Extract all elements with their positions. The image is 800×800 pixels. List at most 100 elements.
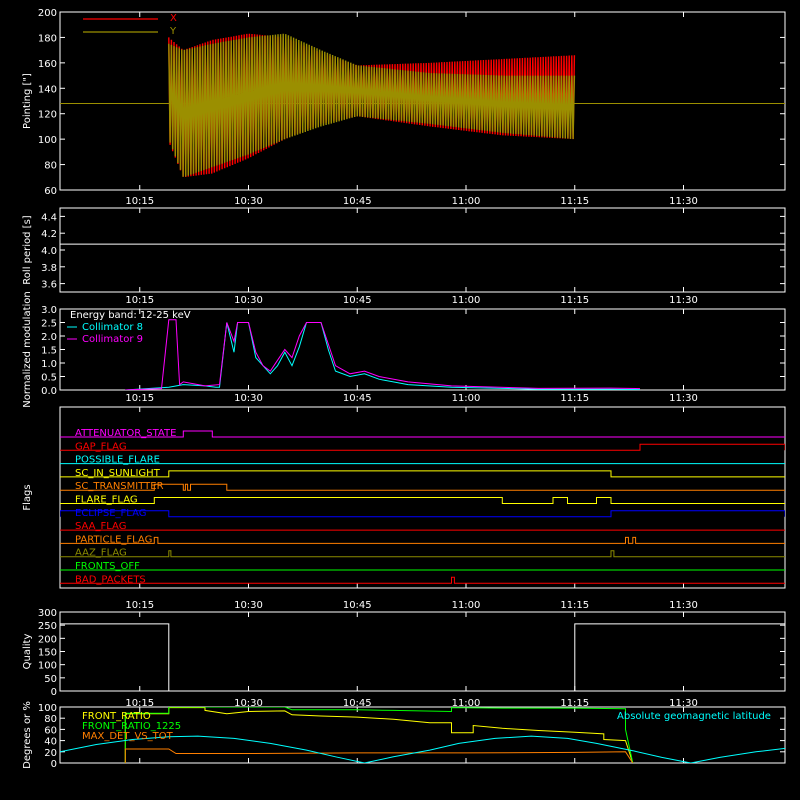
- x-tick-label: 10:45: [343, 295, 372, 306]
- series-line-max-det-vs-tot: [124, 748, 634, 763]
- y-tick-label: 4.2: [41, 229, 57, 240]
- y-tick-label: 140: [38, 84, 57, 95]
- x-tick-label: 10:30: [234, 393, 263, 404]
- legend-label: Absolute geomagnetic latitude: [617, 711, 771, 722]
- panel-1: 10:15 10:30 10:45 11:00 11:15 11:30 60 80 100 120…: [22, 8, 786, 207]
- flag-label: SAA_FLAG: [75, 521, 126, 532]
- x-tick-label: 11:00: [452, 196, 481, 207]
- flag-label: GAP_FLAG: [75, 441, 127, 452]
- legend-label: Collimator 9: [82, 334, 143, 345]
- y-tick-label: 40: [44, 737, 57, 748]
- y-tick-label: 3.0: [41, 305, 57, 316]
- y-tick-label: 100: [38, 135, 57, 146]
- plot-area: [60, 623, 785, 691]
- flag-line-aaz-flag: [60, 550, 785, 558]
- y-tick-label: 3.6: [41, 280, 57, 291]
- y-tick-label: 150: [38, 648, 57, 659]
- x-tick-label: 10:30: [234, 196, 263, 207]
- series-line-collimator-8: [125, 322, 641, 390]
- y-tick-label: 100: [38, 703, 57, 714]
- y-axis-label: Pointing ["]: [22, 73, 33, 129]
- flag-line-gap-flag: [60, 443, 785, 451]
- y-tick-label: 0.5: [41, 373, 57, 384]
- series-line-front-ratio-1225: [124, 707, 634, 763]
- x-tick-label: 11:00: [452, 295, 481, 306]
- x-tick-label: 10:15: [125, 295, 154, 306]
- y-axis-label: Normalized modulation: [22, 291, 33, 408]
- y-tick-label: 2.0: [41, 332, 57, 343]
- flag-label: FLARE_FLAG: [75, 495, 138, 506]
- y-tick-label: 60: [44, 186, 57, 197]
- x-tick-label: 10:15: [125, 600, 154, 611]
- y-tick-label: 80: [44, 714, 57, 725]
- flag-line-particle-flag: [60, 536, 785, 544]
- y-tick-label: 200: [38, 634, 57, 645]
- y-tick-label: 300: [38, 608, 57, 619]
- x-tick-label: 11:30: [669, 600, 698, 611]
- y-tick-label: 60: [44, 725, 57, 736]
- panel-4: 10:15 10:30 10:45 11:00 11:15 11:30 Flags ATTEN…: [22, 406, 786, 611]
- x-tick-label: 11:30: [669, 295, 698, 306]
- panel-2: 10:15 10:30 10:45 11:00 11:15 11:30 3.6 3.8 4.0 4…: [22, 207, 786, 306]
- plot-frame: [59, 207, 786, 293]
- flag-label: ECLIPSE_FLAG: [75, 508, 146, 519]
- x-tick-label: 10:15: [125, 196, 154, 207]
- flag-label: FRONTS_OFF: [75, 561, 140, 572]
- flag-label: ATTENUATOR_STATE: [75, 428, 176, 439]
- x-tick-label: 11:15: [560, 393, 589, 404]
- legend-label: X: [170, 13, 177, 24]
- y-tick-label: 0.0: [41, 386, 57, 397]
- y-tick-label: 250: [38, 621, 57, 632]
- legend-label: Energy band: 12-25 keV: [70, 310, 191, 321]
- legend-label: MAX_DET_VS_TOT: [82, 731, 174, 742]
- x-tick-label: 10:45: [343, 600, 372, 611]
- y-tick-label: 1.0: [41, 359, 57, 370]
- y-tick-label: 3.8: [41, 263, 57, 274]
- flag-label: PARTICLE_FLAG: [75, 534, 152, 545]
- panel-3: 10:15 10:30 10:45 11:00 11:15 11:30 0.0 0.5 1.0 1…: [22, 291, 786, 408]
- plot-area: [60, 430, 785, 584]
- x-tick-label: 11:30: [669, 393, 698, 404]
- y-axis-label: Flags: [22, 484, 33, 510]
- flag-label: SC_TRANSMITTER: [75, 481, 164, 492]
- flag-line-eclipse-flag: [60, 510, 785, 518]
- series-line-front-ratio: [124, 707, 634, 763]
- series-y-line: [168, 33, 576, 177]
- stix-quicklook-figure: 10:15 10:30 10:45 11:00 11:15 11:306080100120…: [22, 8, 786, 770]
- x-tick-label: 10:15: [125, 393, 154, 404]
- x-tick-label: 11:00: [452, 600, 481, 611]
- y-axis-label: Degrees or %: [22, 701, 33, 769]
- x-tick-label: 10:45: [343, 196, 372, 207]
- flag-line-sc-in-sunlight: [60, 470, 785, 478]
- flag-label: BAD_PACKETS: [75, 574, 146, 585]
- y-tick-label: 4.0: [41, 246, 57, 257]
- y-tick-label: 120: [38, 110, 57, 121]
- y-axis-label: Quality: [22, 634, 33, 670]
- y-tick-label: 100: [38, 661, 57, 672]
- flag-label: SC_IN_SUNLIGHT: [75, 468, 161, 479]
- series-line-value: [60, 623, 785, 691]
- x-tick-label: 10:30: [234, 600, 263, 611]
- flag-label: POSSIBLE_FLARE: [75, 455, 160, 466]
- plot-area: [60, 33, 785, 178]
- x-tick-label: 10:45: [343, 393, 372, 404]
- y-tick-label: 160: [38, 59, 57, 70]
- y-tick-label: 0: [51, 759, 57, 770]
- y-tick-label: 2.5: [41, 319, 57, 330]
- x-tick-label: 10:30: [234, 295, 263, 306]
- y-tick-label: 1.5: [41, 346, 57, 357]
- panel-6: 020406080100Degrees or % FRONT_RATIOFRONT…: [22, 701, 786, 770]
- y-tick-label: 4.4: [41, 212, 57, 223]
- legend-label: Y: [169, 26, 177, 37]
- y-tick-label: 50: [44, 674, 57, 685]
- x-tick-label: 11:15: [560, 600, 589, 611]
- y-axis-label: Roll period [s]: [22, 215, 33, 284]
- x-tick-label: 11:30: [669, 196, 698, 207]
- x-tick-label: 11:15: [560, 196, 589, 207]
- plot-area: [125, 319, 641, 390]
- y-tick-label: 180: [38, 33, 57, 44]
- flag-line-flare-flag: [60, 497, 785, 504]
- flag-line-sc-transmitter: [60, 483, 785, 491]
- y-tick-label: 20: [44, 748, 57, 759]
- y-tick-label: 200: [38, 8, 57, 19]
